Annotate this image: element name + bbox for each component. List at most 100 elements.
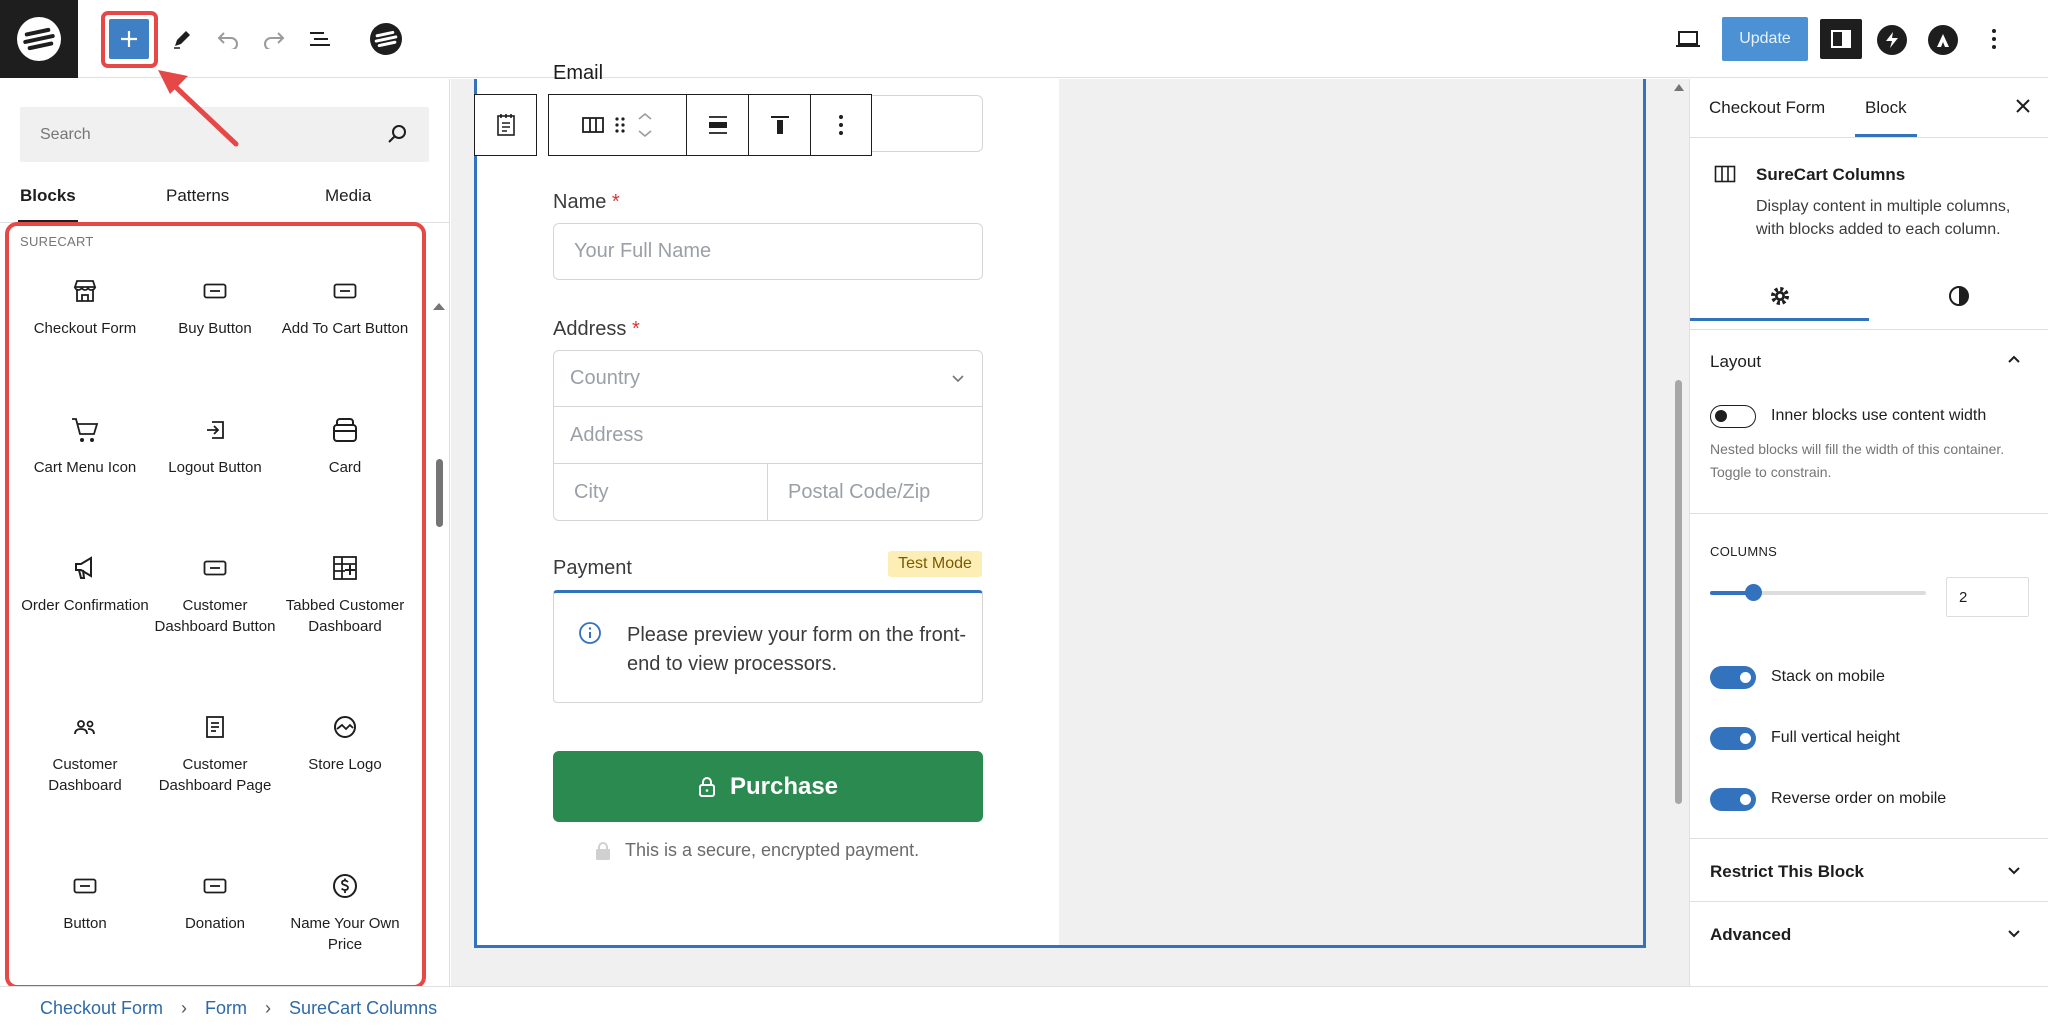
vertical-align-button[interactable] [748, 94, 810, 156]
test-mode-badge: Test Mode [888, 551, 982, 577]
undo-button[interactable] [208, 19, 248, 59]
divider [1690, 329, 2048, 330]
tab-checkout-form[interactable]: Checkout Form [1709, 79, 1825, 137]
lock-icon [698, 776, 715, 797]
breadcrumb-item[interactable]: Checkout Form [40, 998, 163, 1019]
canvas-scrollbar-thumb[interactable] [1675, 380, 1682, 804]
country-select[interactable]: Country [553, 350, 983, 407]
parent-block-button[interactable] [474, 94, 537, 156]
move-up-down-icon[interactable] [635, 110, 655, 140]
canvas-scroll-up-arrow[interactable] [1674, 84, 1684, 91]
tools-button[interactable] [162, 19, 202, 59]
columns-icon[interactable] [581, 115, 605, 135]
laptop-icon [1676, 31, 1700, 47]
more-vertical-icon [839, 115, 843, 135]
inner-blocks-help: Nested blocks will fill the width of thi… [1710, 441, 2005, 480]
surecart-icon [370, 23, 402, 55]
address-label: Address * [553, 318, 640, 340]
block-card-description: Display content in multiple columns, wit… [1756, 198, 2011, 238]
address-input[interactable]: Address [553, 406, 983, 464]
tabs-divider [1690, 137, 2048, 138]
update-button[interactable]: Update [1722, 17, 1808, 61]
astra-button[interactable] [1928, 25, 1958, 55]
tab-settings[interactable] [1690, 271, 1869, 321]
drag-handle-icon[interactable] [613, 115, 627, 135]
breadcrumb-item[interactable]: Form [205, 998, 247, 1019]
settings-toggle-button[interactable] [1820, 19, 1862, 59]
email-label: Email [553, 62, 604, 84]
annotation-arrow-icon [158, 70, 239, 147]
chevron-down-icon[interactable] [2006, 865, 2022, 877]
purchase-label: Purchase [729, 772, 839, 800]
lock-icon [596, 841, 610, 860]
postal-code-input[interactable]: Postal Code/Zip [767, 463, 983, 521]
name-input[interactable]: Your Full Name [553, 223, 983, 280]
divider [1690, 513, 2048, 514]
payment-label: Payment [553, 557, 632, 579]
secure-payment-note: This is a secure, encrypted payment. [595, 840, 919, 861]
align-button[interactable] [686, 94, 748, 156]
more-vertical-icon [1992, 29, 1996, 49]
secure-note-text: This is a secure, encrypted payment. [625, 840, 920, 860]
close-settings-button[interactable] [2014, 97, 2032, 115]
inserter-tabs: Blocks Patterns Media [0, 171, 450, 223]
sidebar-icon [1831, 30, 1851, 48]
undo-icon [217, 32, 238, 49]
reverse-order-toggle[interactable] [1710, 788, 1756, 811]
layout-panel-title[interactable]: Layout [1710, 352, 1761, 372]
restrict-block-panel-title[interactable]: Restrict This Block [1710, 862, 1864, 882]
search-icon [388, 125, 406, 143]
bolt-icon [1886, 32, 1898, 48]
block-inserter-panel: Blocks Patterns Media SURECART Checkout … [0, 79, 450, 989]
advanced-panel-title[interactable]: Advanced [1710, 925, 1791, 945]
inner-blocks-toggle[interactable] [1710, 405, 1756, 428]
chevron-down-icon [952, 375, 964, 383]
chevron-up-icon[interactable] [2006, 353, 2022, 365]
pencil-icon [174, 31, 190, 49]
editor-top-bar: Update [0, 0, 2048, 78]
surecart-logo-icon [17, 17, 61, 61]
spectra-button[interactable] [1877, 25, 1907, 55]
city-input[interactable]: City [553, 463, 768, 521]
tab-styles[interactable] [1869, 271, 2048, 321]
stack-on-mobile-label: Stack on mobile [1771, 668, 1885, 685]
chevron-down-icon[interactable] [2006, 928, 2022, 940]
block-options-button[interactable] [810, 94, 872, 156]
close-icon [2016, 99, 2030, 113]
tab-blocks[interactable]: Blocks [18, 171, 78, 223]
preview-button[interactable] [1668, 19, 1708, 59]
divider [1690, 901, 2048, 902]
tab-patterns[interactable]: Patterns [166, 171, 229, 223]
tab-media[interactable]: Media [325, 171, 371, 223]
stack-on-mobile-toggle[interactable] [1710, 666, 1756, 689]
redo-button[interactable] [254, 19, 294, 59]
site-logo-button[interactable] [0, 0, 78, 78]
block-card-title: SureCart Columns [1756, 165, 1906, 184]
document-overview-button[interactable] [300, 19, 340, 59]
name-label: Name * [553, 191, 620, 213]
tab-block[interactable]: Block [1855, 79, 1917, 137]
payment-notice: Please preview your form on the front-en… [553, 590, 983, 703]
form-icon [496, 114, 515, 136]
full-vertical-height-toggle[interactable] [1710, 727, 1756, 750]
scrollbar-thumb[interactable] [436, 459, 443, 527]
columns-icon [1714, 165, 1736, 183]
full-vertical-height-label: Full vertical height [1771, 729, 1900, 746]
inner-blocks-label: Inner blocks use content width [1771, 407, 1987, 424]
columns-number-input[interactable]: 2 [1946, 577, 2029, 617]
purchase-button[interactable]: Purchase [553, 751, 983, 822]
scroll-up-arrow[interactable] [433, 303, 445, 310]
contrast-icon [1948, 286, 1969, 306]
options-menu-button[interactable] [1974, 19, 2014, 59]
astra-icon [1937, 34, 1949, 47]
breadcrumb-item[interactable]: SureCart Columns [289, 998, 437, 1019]
surecart-menu-button[interactable] [366, 19, 406, 59]
reverse-order-label: Reverse order on mobile [1771, 790, 1947, 807]
info-icon [579, 622, 601, 644]
inserter-highlight [101, 11, 158, 68]
list-view-icon [310, 32, 330, 46]
block-editor: { "toolbar": { "update_label": "Update" … [0, 0, 2048, 1029]
settings-sidebar: Checkout Form Block SureCart Columns Dis… [1689, 79, 2048, 986]
breadcrumb-separator: › [265, 997, 272, 1018]
columns-slider-thumb[interactable] [1745, 584, 1762, 601]
